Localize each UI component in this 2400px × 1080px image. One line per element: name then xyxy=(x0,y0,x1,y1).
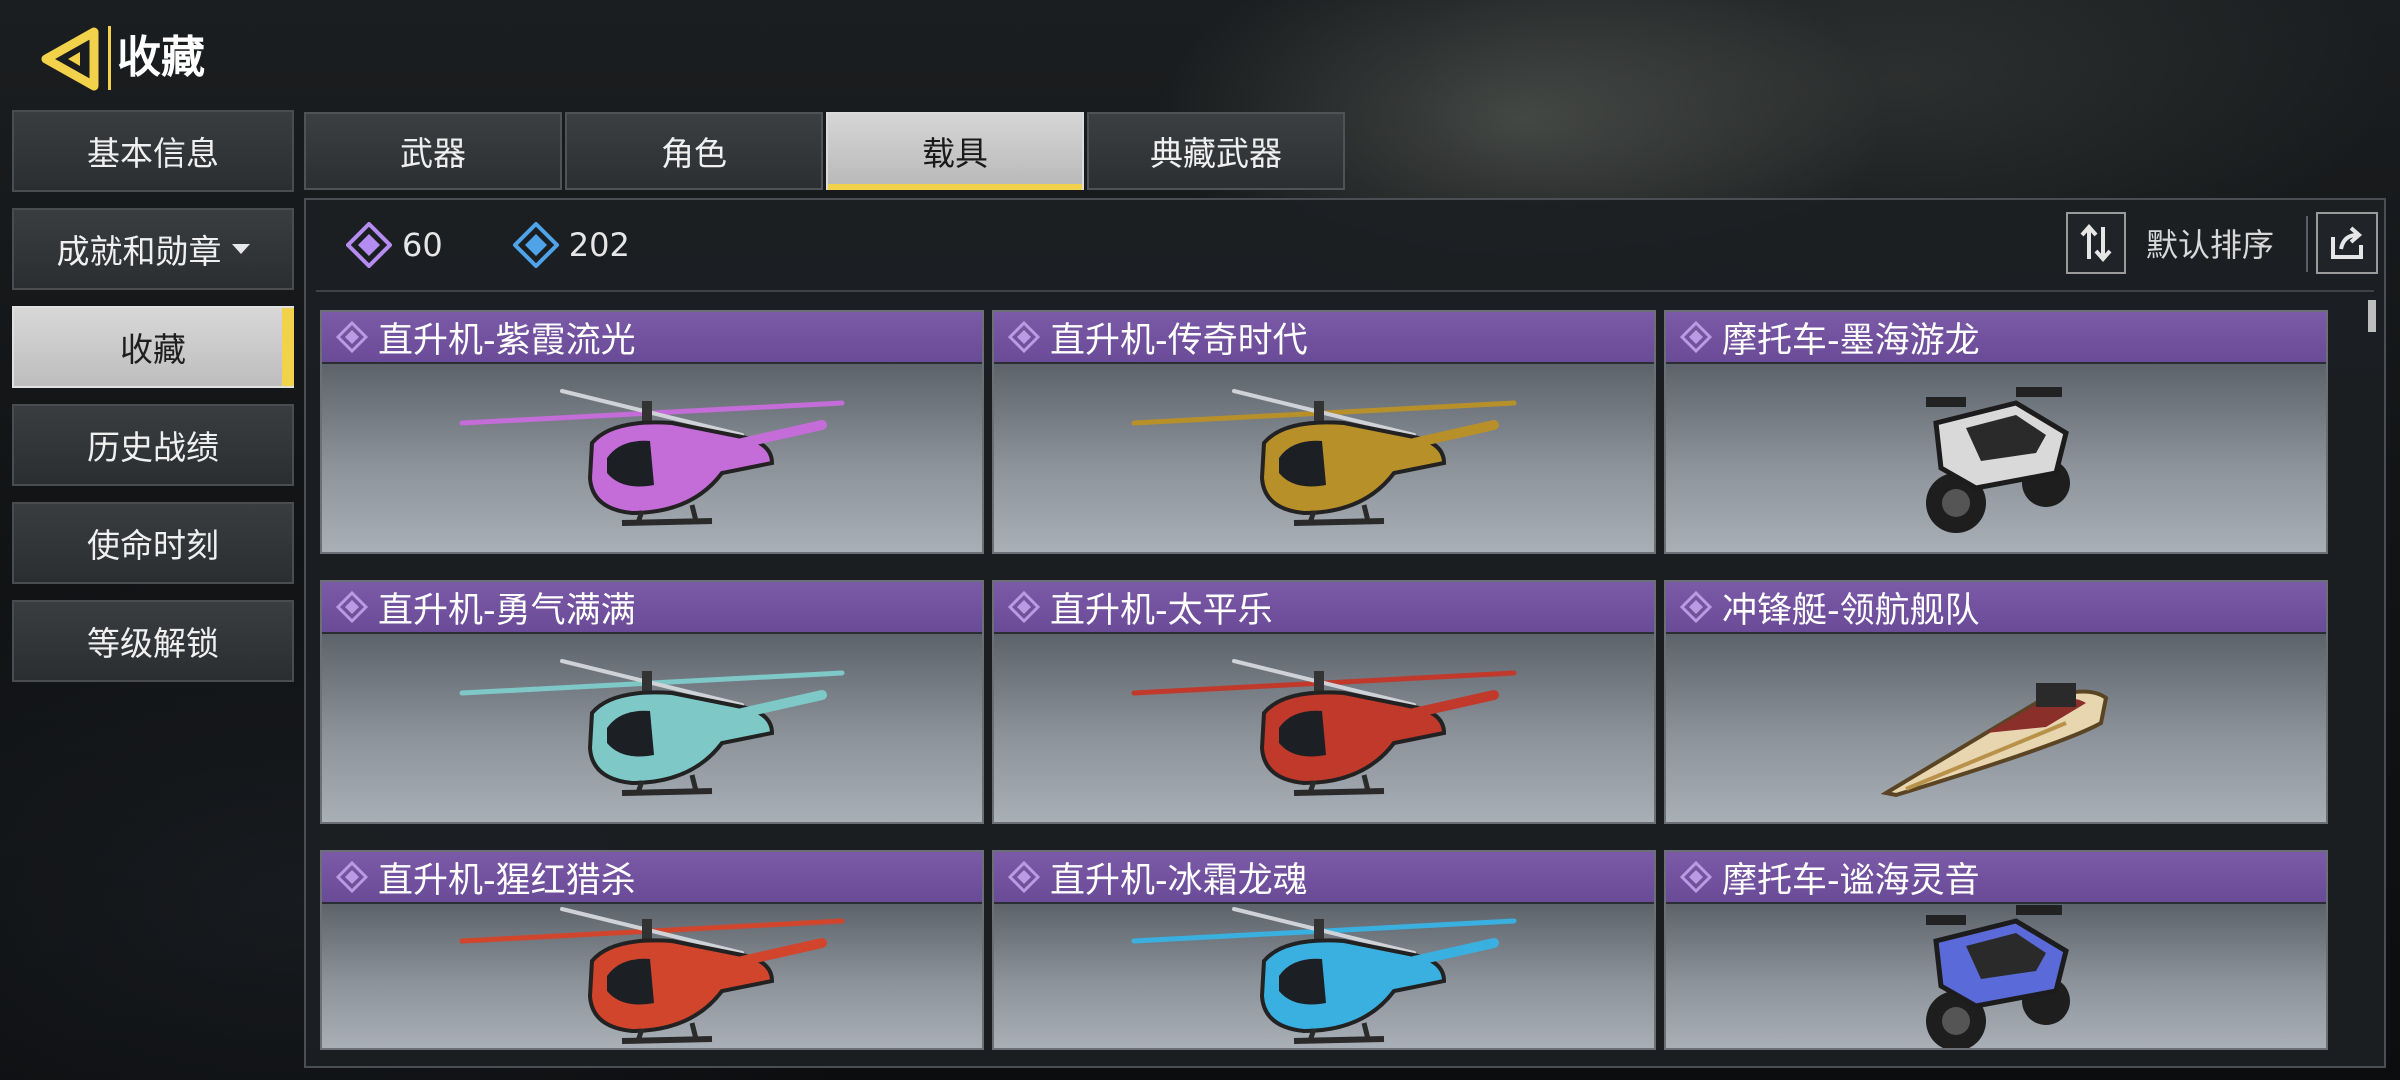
tab-characters[interactable]: 角色 xyxy=(565,112,823,190)
toolbar-divider xyxy=(2306,216,2308,272)
vehicle-name: 直升机-紫霞流光 xyxy=(378,320,636,361)
vehicle-name: 直升机-太平乐 xyxy=(1050,590,1273,631)
back-arrow-icon xyxy=(41,27,99,91)
sidebar-item-basic-info[interactable]: 基本信息 xyxy=(12,110,294,192)
share-icon xyxy=(2331,226,2363,259)
vehicle-card-header: 摩托车-墨海游龙 xyxy=(1666,312,2326,362)
helicopter-illustration xyxy=(459,907,845,1044)
sidebar-item-label: 基本信息 xyxy=(87,134,219,173)
sidebar-item-mission-moments[interactable]: 使命时刻 xyxy=(12,502,294,584)
helicopter-illustration xyxy=(1131,659,1517,796)
sidebar-item-level-unlock[interactable]: 等级解锁 xyxy=(12,600,294,682)
sidebar-item-history[interactable]: 历史战绩 xyxy=(12,404,294,486)
tab-label: 载具 xyxy=(922,134,988,173)
tab-label: 武器 xyxy=(400,134,466,173)
vehicle-name: 直升机-传奇时代 xyxy=(1050,320,1308,361)
sidebar-item-label: 成就和勋章 xyxy=(56,232,222,271)
collection-stats: 60 202 xyxy=(346,222,700,268)
vehicle-card[interactable]: 直升机-勇气满满 xyxy=(320,580,984,824)
scrollbar-thumb[interactable] xyxy=(2368,300,2376,332)
stat-blue-value: 202 xyxy=(568,226,630,264)
tab-legendary-weapons[interactable]: 典藏武器 xyxy=(1087,112,1345,190)
tab-vehicles[interactable]: 载具 xyxy=(826,112,1084,190)
sidebar-item-label: 收藏 xyxy=(120,330,186,369)
vehicle-card-header: 直升机-传奇时代 xyxy=(994,312,1654,362)
vehicle-card[interactable]: 直升机-太平乐 xyxy=(992,580,1656,824)
helicopter-illustration xyxy=(1131,907,1517,1044)
vehicle-name: 摩托车-墨海游龙 xyxy=(1722,320,1980,361)
boat-illustration xyxy=(1880,683,2109,798)
helicopter-illustration xyxy=(459,659,845,796)
vehicle-card-header: 直升机-勇气满满 xyxy=(322,582,982,632)
blue-diamond-icon xyxy=(512,222,559,268)
motorcycle-illustration xyxy=(1926,905,2070,1048)
vehicle-card-header: 直升机-太平乐 xyxy=(994,582,1654,632)
collection-panel: 60 202 默认排序 直升机-紫霞流光 直升机-传奇时代 摩托车-墨海游龙直升机-… xyxy=(304,198,2386,1068)
helicopter-illustration xyxy=(459,389,845,526)
sort-label[interactable]: 默认排序 xyxy=(2146,220,2274,266)
vehicle-preview xyxy=(322,634,982,822)
rarity-diamond-icon xyxy=(1678,589,1714,625)
vehicle-card-header: 冲锋艇-领航舰队 xyxy=(1666,582,2326,632)
rarity-diamond-icon xyxy=(1006,319,1042,355)
vehicle-preview xyxy=(322,364,982,552)
stat-blue: 202 xyxy=(512,222,630,268)
vehicle-card[interactable]: 直升机-传奇时代 xyxy=(992,310,1656,554)
rarity-diamond-icon xyxy=(1006,589,1042,625)
toolbar-divider-line xyxy=(316,290,2374,292)
chevron-down-icon xyxy=(231,244,250,254)
vehicle-preview xyxy=(994,634,1654,822)
vehicle-preview xyxy=(322,904,982,1048)
sidebar-item-achievements[interactable]: 成就和勋章 xyxy=(12,208,294,290)
sort-button[interactable] xyxy=(2066,212,2126,274)
vehicle-card[interactable]: 摩托车-谧海灵音 xyxy=(1664,850,2328,1050)
sidebar-item-label: 使命时刻 xyxy=(87,526,219,565)
rarity-diamond-icon xyxy=(334,319,370,355)
vehicle-name: 冲锋艇-领航舰队 xyxy=(1722,590,1980,631)
vehicle-card-header: 直升机-紫霞流光 xyxy=(322,312,982,362)
vehicle-name: 直升机-勇气满满 xyxy=(378,590,636,631)
tab-label: 角色 xyxy=(661,134,727,173)
sort-arrows-icon xyxy=(2080,223,2112,263)
sidebar-item-label: 等级解锁 xyxy=(87,624,219,663)
vehicle-preview xyxy=(994,364,1654,552)
vehicle-preview xyxy=(1666,904,2326,1048)
sidebar-item-collection[interactable]: 收藏 xyxy=(12,306,294,388)
rarity-diamond-icon xyxy=(334,589,370,625)
helicopter-illustration xyxy=(1131,389,1517,526)
stat-purple: 60 xyxy=(346,222,443,268)
tab-weapons[interactable]: 武器 xyxy=(304,112,562,190)
rarity-diamond-icon xyxy=(1678,859,1714,895)
page-title: 收藏 xyxy=(108,26,211,90)
purple-diamond-icon xyxy=(346,222,392,268)
vehicle-card[interactable]: 冲锋艇-领航舰队 xyxy=(1664,580,2328,824)
tab-label: 典藏武器 xyxy=(1150,134,1282,173)
vehicle-card[interactable]: 直升机-紫霞流光 xyxy=(320,310,984,554)
rarity-diamond-icon xyxy=(1006,859,1042,895)
vehicle-preview xyxy=(994,904,1654,1048)
back-button[interactable] xyxy=(40,26,100,92)
motorcycle-illustration xyxy=(1926,387,2070,533)
sidebar-item-label: 历史战绩 xyxy=(87,428,219,467)
stat-purple-value: 60 xyxy=(402,226,443,264)
vehicle-preview xyxy=(1666,364,2326,552)
vehicle-card[interactable]: 直升机-猩红猎杀 xyxy=(320,850,984,1050)
rarity-diamond-icon xyxy=(334,859,370,895)
vehicle-card[interactable]: 摩托车-墨海游龙 xyxy=(1664,310,2328,554)
vehicle-preview xyxy=(1666,634,2326,822)
rarity-diamond-icon xyxy=(1678,319,1714,355)
share-button[interactable] xyxy=(2316,212,2378,274)
vehicle-card[interactable]: 直升机-冰霜龙魂 xyxy=(992,850,1656,1050)
